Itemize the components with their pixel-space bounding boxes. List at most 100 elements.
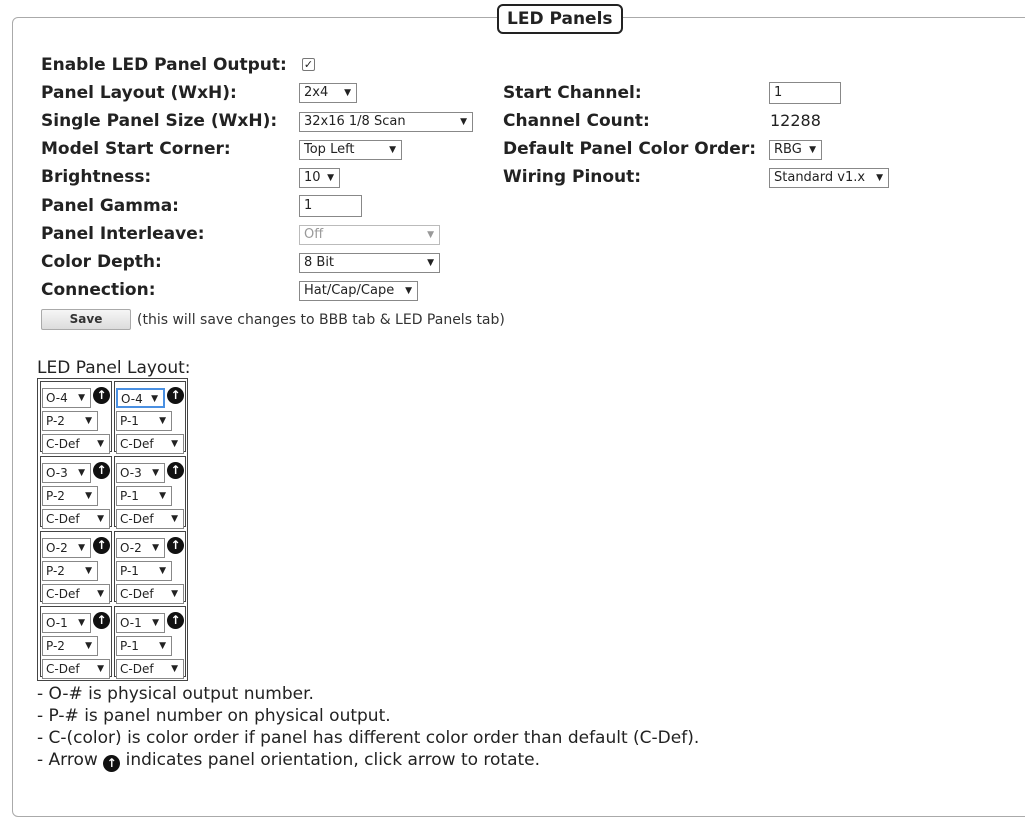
color-order-value: RBG <box>774 142 802 157</box>
color-order-cell-select[interactable]: C-Def ▼ <box>42 509 110 529</box>
chevron-down-icon: ▼ <box>152 618 159 628</box>
output-select[interactable]: O-2 ▼ <box>116 538 165 558</box>
panel-layout-title: LED Panel Layout: <box>37 358 191 378</box>
chevron-down-icon: ▼ <box>405 286 412 296</box>
output-value: O-2 <box>46 541 68 555</box>
panel-number-select[interactable]: P-1 ▼ <box>116 561 172 581</box>
chevron-down-icon: ▼ <box>171 514 178 524</box>
panel-layout-select[interactable]: 2x4 ▼ <box>299 83 357 103</box>
output-select[interactable]: O-4 ▼ <box>42 388 91 408</box>
color-order-cell-select[interactable]: C-Def ▼ <box>116 584 184 604</box>
chevron-down-icon: ▼ <box>78 618 85 628</box>
panel-number-value: P-1 <box>120 414 139 428</box>
save-hint: (this will save changes to BBB tab & LED… <box>137 312 505 328</box>
note-panel: - P-# is panel number on physical output… <box>37 706 391 726</box>
start-corner-select[interactable]: Top Left ▼ <box>299 140 402 160</box>
chevron-down-icon: ▼ <box>427 258 434 268</box>
note-output: - O-# is physical output number. <box>37 684 314 704</box>
chevron-down-icon: ▼ <box>85 491 92 501</box>
rotate-arrow-icon[interactable]: ↑ <box>167 462 184 479</box>
layout-notes: - O-# is physical output number. - P-# i… <box>37 683 699 772</box>
chevron-down-icon: ▼ <box>152 543 159 553</box>
panel-number-select[interactable]: P-2 ▼ <box>42 486 98 506</box>
panel-number-select[interactable]: P-1 ▼ <box>116 486 172 506</box>
channel-count-value: 12288 <box>770 111 821 130</box>
rotate-arrow-icon[interactable]: ↑ <box>167 387 184 404</box>
output-select[interactable]: O-1 ▼ <box>42 613 91 633</box>
interleave-value: Off <box>304 227 324 242</box>
color-order-cell-value: C-Def <box>120 437 154 451</box>
panel-number-value: P-1 <box>120 564 139 578</box>
panel-number-select[interactable]: P-2 ▼ <box>42 561 98 581</box>
color-order-select[interactable]: RBG ▼ <box>769 140 822 160</box>
chevron-down-icon: ▼ <box>97 514 104 524</box>
rotate-arrow-icon[interactable]: ↑ <box>167 537 184 554</box>
chevron-down-icon: ▼ <box>171 589 178 599</box>
channel-count-label: Channel Count: <box>503 111 650 131</box>
panel-number-select[interactable]: P-2 ▼ <box>42 636 98 656</box>
panel-number-value: P-2 <box>46 639 65 653</box>
chevron-down-icon: ▼ <box>152 468 159 478</box>
output-select[interactable]: O-3 ▼ <box>42 463 91 483</box>
color-order-label: Default Panel Color Order: <box>503 139 757 159</box>
enable-output-checkbox[interactable]: ✓ <box>302 58 315 71</box>
wiring-pinout-value: Standard v1.x <box>774 170 866 185</box>
color-order-cell-select[interactable]: C-Def ▼ <box>116 509 184 529</box>
output-select[interactable]: O-4 ▼ <box>116 388 165 408</box>
color-order-cell-value: C-Def <box>46 587 80 601</box>
color-order-cell-value: C-Def <box>46 662 80 676</box>
start-corner-value: Top Left <box>304 142 355 157</box>
chevron-down-icon: ▼ <box>78 543 85 553</box>
rotate-arrow-icon[interactable]: ↑ <box>93 612 110 629</box>
note-arrow-suffix: indicates panel orientation, click arrow… <box>125 750 541 770</box>
rotate-arrow-icon[interactable]: ↑ <box>93 537 110 554</box>
color-depth-value: 8 Bit <box>304 255 335 270</box>
chevron-down-icon: ▼ <box>159 641 166 651</box>
chevron-down-icon: ▼ <box>344 88 351 98</box>
output-select[interactable]: O-3 ▼ <box>116 463 165 483</box>
connection-select[interactable]: Hat/Cap/Cape ▼ <box>299 281 418 301</box>
chevron-down-icon: ▼ <box>97 589 104 599</box>
output-value: O-1 <box>46 616 68 630</box>
brightness-select[interactable]: 10 ▼ <box>299 168 340 188</box>
panel-number-select[interactable]: P-1 ▼ <box>116 411 172 431</box>
color-order-cell-select[interactable]: C-Def ▼ <box>42 434 110 454</box>
color-depth-select[interactable]: 8 Bit ▼ <box>299 253 440 273</box>
panel-size-label: Single Panel Size (WxH): <box>41 111 278 131</box>
gamma-input[interactable]: 1 <box>299 195 362 217</box>
rotate-arrow-icon[interactable]: ↑ <box>93 387 110 404</box>
chevron-down-icon: ▼ <box>78 393 85 403</box>
output-value: O-1 <box>120 616 142 630</box>
output-value: O-3 <box>46 466 68 480</box>
start-channel-input[interactable]: 1 <box>769 82 841 104</box>
rotate-arrow-icon[interactable]: ↑ <box>93 462 110 479</box>
chevron-down-icon: ▼ <box>809 145 816 155</box>
chevron-down-icon: ▼ <box>460 117 467 127</box>
panel-number-select[interactable]: P-2 ▼ <box>42 411 98 431</box>
rotate-arrow-icon[interactable]: ↑ <box>167 612 184 629</box>
color-order-cell-select[interactable]: C-Def ▼ <box>116 659 184 679</box>
note-arrow: - Arrow ↑ indicates panel orientation, c… <box>37 749 699 772</box>
color-order-cell-value: C-Def <box>120 662 154 676</box>
panel-number-select[interactable]: P-1 ▼ <box>116 636 172 656</box>
save-button[interactable]: Save <box>41 309 131 330</box>
output-select[interactable]: O-1 ▼ <box>116 613 165 633</box>
output-select[interactable]: O-2 ▼ <box>42 538 91 558</box>
panel-cell: O-2 ▼ ↑ P-2 ▼ C-Def ▼ <box>40 531 112 604</box>
panel-size-select[interactable]: 32x16 1/8 Scan ▼ <box>299 112 473 132</box>
color-order-cell-select[interactable]: C-Def ▼ <box>116 434 184 454</box>
color-order-cell-select[interactable]: C-Def ▼ <box>42 659 110 679</box>
chevron-down-icon: ▼ <box>97 439 104 449</box>
output-value: O-2 <box>120 541 142 555</box>
color-order-cell-value: C-Def <box>120 512 154 526</box>
output-value: O-4 <box>121 392 143 406</box>
wiring-pinout-select[interactable]: Standard v1.x ▼ <box>769 168 889 188</box>
chevron-down-icon: ▼ <box>85 641 92 651</box>
chevron-down-icon: ▼ <box>876 173 883 183</box>
panel-cell: O-3 ▼ ↑ P-2 ▼ C-Def ▼ <box>40 456 112 529</box>
panel-cell: O-3 ▼ ↑ P-1 ▼ C-Def ▼ <box>114 456 186 529</box>
color-order-cell-select[interactable]: C-Def ▼ <box>42 584 110 604</box>
chevron-down-icon: ▼ <box>171 664 178 674</box>
chevron-down-icon: ▼ <box>171 439 178 449</box>
chevron-down-icon: ▼ <box>78 468 85 478</box>
